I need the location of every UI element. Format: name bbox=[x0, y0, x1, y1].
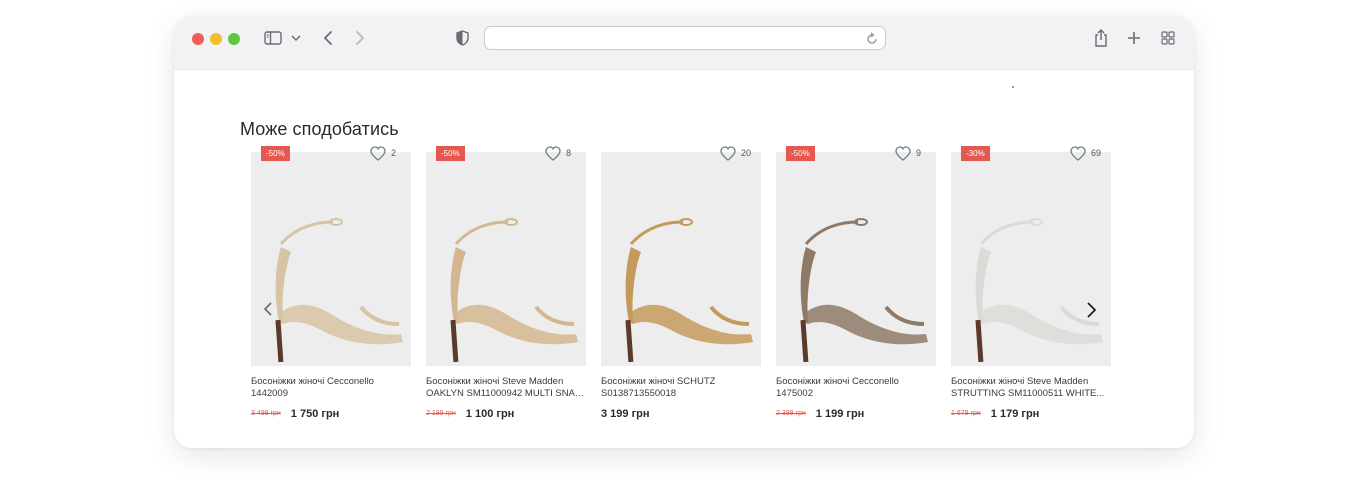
forward-icon[interactable] bbox=[352, 29, 368, 47]
price-row: 3 499 грн 1 750 грн bbox=[251, 405, 340, 420]
likes-count: 2 bbox=[391, 148, 397, 158]
price-row: 1 679 грн 1 179 грн bbox=[951, 405, 1040, 420]
product-name-line: Босоніжки жіночі Steve Madden bbox=[951, 376, 1089, 387]
product-name[interactable]: Босоніжки жіночі Cecconello 1442009 bbox=[251, 376, 411, 400]
heart-icon[interactable] bbox=[895, 146, 911, 161]
likes-count: 69 bbox=[1091, 148, 1102, 158]
close-window-button[interactable] bbox=[192, 33, 204, 45]
price-row: 2 199 грн 1 100 грн bbox=[426, 405, 515, 420]
discount-badge: -50% bbox=[436, 146, 465, 161]
share-icon[interactable] bbox=[1092, 28, 1110, 48]
section-title: Може сподобатись bbox=[240, 118, 399, 139]
heart-icon[interactable] bbox=[720, 146, 736, 161]
carousel-next-icon[interactable] bbox=[1084, 301, 1098, 319]
old-price: 1 679 грн bbox=[951, 410, 981, 418]
current-price: 1 100 грн bbox=[465, 407, 515, 420]
product-card[interactable]: -30% 69 Босоніжки жіночі Steve Madden STRUT… bbox=[951, 146, 1111, 422]
product-card[interactable]: 20 Босоніжки жіночі SCHUTZ S0138713550018 3… bbox=[601, 146, 761, 422]
product-image[interactable] bbox=[251, 152, 411, 366]
heart-icon[interactable] bbox=[1070, 146, 1086, 161]
product-name-line: Босоніжки жіночі SCHUTZ bbox=[601, 376, 716, 387]
likes-count: 9 bbox=[916, 148, 922, 158]
product-name[interactable]: Босоніжки жіночі Cecconello 1475002 bbox=[776, 376, 936, 400]
current-price: 3 199 грн bbox=[601, 407, 650, 420]
current-price: 1 199 грн bbox=[815, 407, 865, 420]
product-name[interactable]: Босоніжки жіночі Steve Madden OAKLYN SM11… bbox=[426, 376, 586, 400]
product-card[interactable]: -50% 9 Босоніжки жіночі Cecconello 1475002 2… bbox=[776, 146, 936, 422]
likes-count: 20 bbox=[741, 148, 752, 158]
browser-window: Може сподобатись -50% 2 Босоніжки жіночі C… bbox=[174, 16, 1194, 448]
price-row: 3 199 грн bbox=[601, 405, 650, 420]
product-name[interactable]: Босоніжки жіночі Steve Madden STRUTTING S… bbox=[951, 376, 1111, 400]
minimize-window-button[interactable] bbox=[210, 33, 222, 45]
product-name-line: STRUTTING SM11000511 WHITE... bbox=[951, 388, 1105, 399]
discount-badge: -50% bbox=[786, 146, 815, 161]
old-price: 3 499 грн bbox=[251, 410, 281, 418]
product-card[interactable]: -50% 8 Босоніжки жіночі Steve Madden OAKLYN… bbox=[426, 146, 586, 422]
product-name-line: Босоніжки жіночі Cecconello bbox=[251, 376, 374, 387]
chevron-down-icon[interactable] bbox=[289, 30, 303, 46]
old-price: 2 199 грн bbox=[426, 410, 456, 418]
product-card[interactable]: -50% 2 Босоніжки жіночі Cecconello 1442009 3… bbox=[251, 146, 411, 422]
product-name-line: S0138713550018 bbox=[601, 388, 677, 399]
zoom-window-button[interactable] bbox=[228, 33, 240, 45]
discount-badge: -30% bbox=[961, 146, 990, 161]
likes-count: 8 bbox=[566, 148, 572, 158]
address-bar[interactable] bbox=[484, 26, 886, 50]
heart-icon[interactable] bbox=[370, 146, 386, 161]
sidebar-icon[interactable] bbox=[264, 30, 282, 46]
discount-badge: -50% bbox=[261, 146, 290, 161]
decorative-dot bbox=[1012, 86, 1014, 88]
page-content: Може сподобатись -50% 2 Босоніжки жіночі C… bbox=[174, 70, 1194, 448]
old-price: 2 399 грн bbox=[776, 410, 806, 418]
product-name-line: Босоніжки жіночі Steve Madden bbox=[426, 376, 564, 387]
carousel-prev-icon[interactable] bbox=[262, 301, 274, 317]
heart-icon[interactable] bbox=[545, 146, 561, 161]
product-image[interactable] bbox=[776, 152, 936, 366]
product-image[interactable] bbox=[601, 152, 761, 366]
product-name-line: OAKLYN SM11000942 MULTI SNAKE bbox=[426, 388, 586, 399]
product-name-line: 1475002 bbox=[776, 388, 813, 399]
product-name-line: Босоніжки жіночі Cecconello bbox=[776, 376, 899, 387]
product-image[interactable] bbox=[951, 152, 1111, 366]
shield-icon[interactable] bbox=[454, 29, 470, 47]
price-row: 2 399 грн 1 199 грн bbox=[776, 405, 865, 420]
product-name-line: 1442009 bbox=[251, 388, 288, 399]
current-price: 1 750 грн bbox=[290, 407, 340, 420]
current-price: 1 179 грн bbox=[990, 407, 1040, 420]
browser-toolbar bbox=[174, 16, 1194, 70]
back-icon[interactable] bbox=[320, 29, 336, 47]
tab-overview-icon[interactable] bbox=[1159, 28, 1177, 48]
product-image[interactable] bbox=[426, 152, 586, 366]
product-name[interactable]: Босоніжки жіночі SCHUTZ S0138713550018 bbox=[601, 376, 761, 400]
plus-icon[interactable] bbox=[1125, 28, 1143, 48]
reload-icon[interactable] bbox=[865, 30, 879, 46]
